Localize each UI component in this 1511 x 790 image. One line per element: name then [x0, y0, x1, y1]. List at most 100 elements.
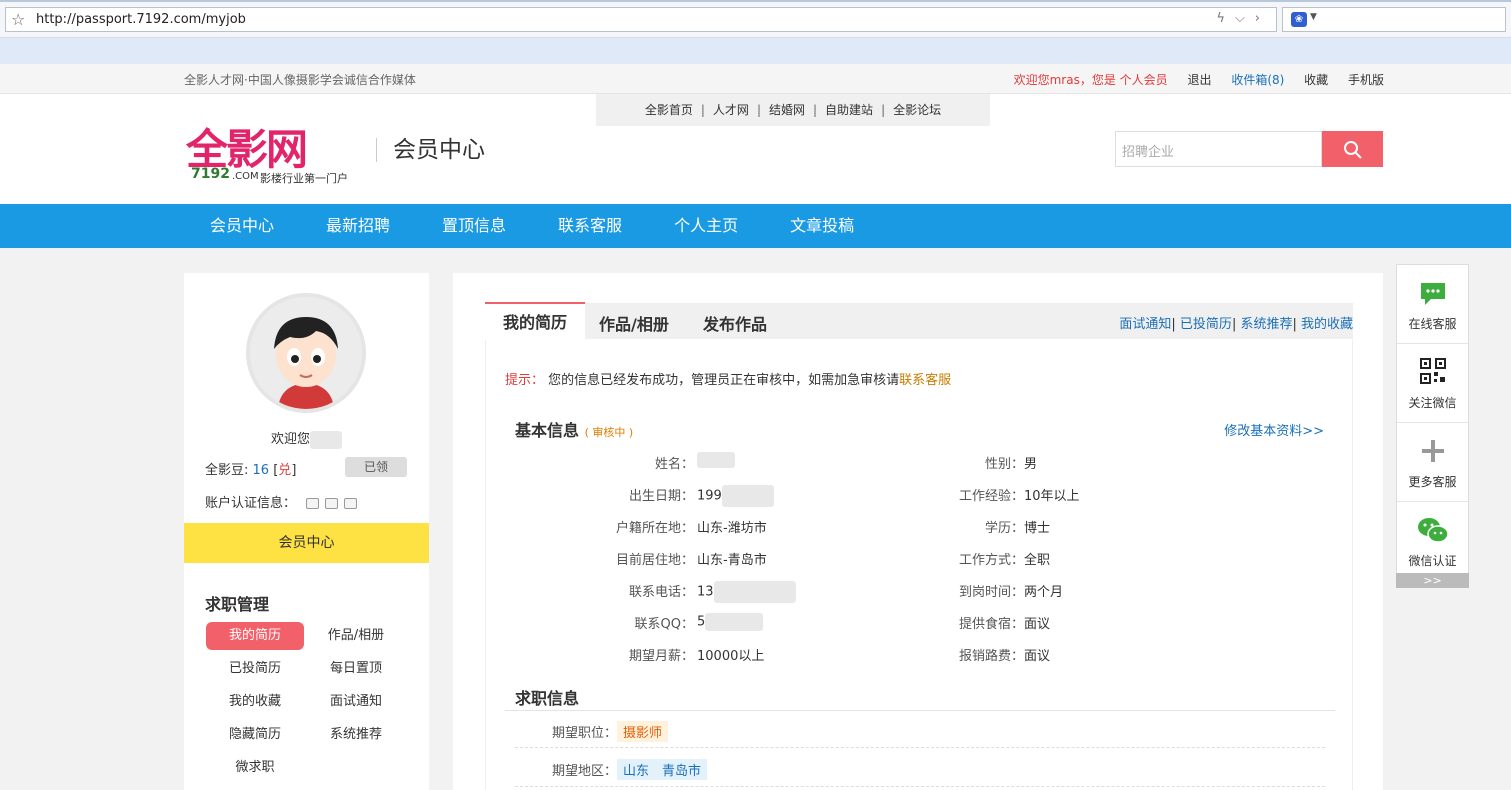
link-interview-notice[interactable]: 面试通知: [1119, 317, 1171, 332]
menu-micro-job[interactable]: 微求职: [206, 754, 304, 782]
address-actions[interactable]: ϟ⌵›: [1216, 11, 1270, 26]
float-service-bar: 在线客服 关注微信 更多客服 微信认证: [1396, 264, 1469, 588]
address-url[interactable]: http://passport.7192.com/myjob: [36, 12, 246, 27]
logo-slogan: 影楼行业第一门户: [260, 172, 348, 185]
field-label-gender: 性别：: [984, 457, 1024, 472]
tab-publish-works[interactable]: 发布作品: [703, 311, 767, 335]
exchange-link[interactable]: 兑: [278, 463, 291, 478]
link-my-favorites[interactable]: 我的收藏: [1301, 317, 1353, 332]
inbox-link[interactable]: 收件箱(8): [1231, 73, 1284, 87]
nav-submit-article[interactable]: 文章投稿: [790, 204, 854, 248]
welcome-text: 欢迎您: [184, 428, 429, 449]
field-value-birth: 199: [697, 485, 774, 507]
plus-icon: [1422, 440, 1444, 462]
menu-system-recommend[interactable]: 系统推荐: [307, 721, 405, 749]
member-center-button[interactable]: 会员中心: [184, 523, 429, 563]
page-title: 会员中心: [376, 138, 485, 162]
nav-latest-jobs[interactable]: 最新招聘: [326, 204, 390, 248]
email-auth-icon[interactable]: [344, 498, 358, 509]
search-input[interactable]: 招聘企业: [1115, 131, 1322, 167]
basic-info-heading: 基本信息: [515, 421, 580, 440]
field-value-phone: 13: [697, 581, 796, 603]
blurred-username: [310, 430, 342, 449]
extension-bar[interactable]: ❀ ▼: [1282, 7, 1506, 32]
area-tag: 山东 青岛市: [617, 759, 708, 780]
field-label-salary: 期望月薪：: [628, 649, 694, 664]
subnav-wedding[interactable]: 结婚网: [761, 103, 813, 117]
main-nav: 会员中心 最新招聘 置顶信息 联系客服 个人主页 文章投稿: [0, 204, 1511, 248]
field-value-arrival: 两个月: [1024, 585, 1064, 600]
nav-contact-service[interactable]: 联系客服: [558, 204, 622, 248]
search-box: 招聘企业: [1115, 131, 1383, 167]
menu-daily-top[interactable]: 每日置顶: [307, 655, 405, 683]
tab-works-album[interactable]: 作品/相册: [599, 311, 669, 335]
logout-link[interactable]: 退出: [1187, 73, 1211, 87]
qr-code-icon: [1420, 358, 1446, 384]
subnav-forum[interactable]: 全影论坛: [885, 103, 949, 117]
menu-sent-resumes[interactable]: 已投简历: [206, 655, 304, 683]
lightning-icon[interactable]: ϟ: [1216, 11, 1235, 26]
subnav-talent[interactable]: 人才网: [705, 103, 757, 117]
search-button[interactable]: [1322, 131, 1383, 167]
field-value-qq: 5: [697, 613, 764, 631]
menu-interview-notice[interactable]: 面试通知: [307, 688, 405, 716]
welcome-user-link[interactable]: 欢迎您mras，您是 个人会员: [1014, 73, 1168, 87]
id-card-auth-icon[interactable]: [325, 498, 339, 509]
avatar-cartoon-icon: [250, 297, 362, 409]
wechat-auth-button[interactable]: 微信认证: [1397, 502, 1468, 581]
nav-member-center[interactable]: 会员中心: [210, 204, 274, 248]
chevron-down-icon[interactable]: ⌵: [1235, 11, 1255, 26]
bookmark-star-icon[interactable]: ☆: [11, 10, 25, 29]
nav-personal-home[interactable]: 个人主页: [674, 204, 738, 248]
subnav-home[interactable]: 全影首页: [637, 103, 701, 117]
menu-my-favorites[interactable]: 我的收藏: [206, 688, 304, 716]
mobile-link[interactable]: 手机版: [1348, 73, 1384, 87]
tab-quick-links: 面试通知| 已投简历| 系统推荐| 我的收藏: [1119, 317, 1353, 332]
chevron-right-icon[interactable]: ›: [1255, 11, 1270, 26]
link-system-recommend[interactable]: 系统推荐: [1240, 317, 1292, 332]
nav-top-info[interactable]: 置顶信息: [442, 204, 506, 248]
divider: [505, 710, 1335, 711]
logo-number: 7192: [191, 166, 230, 182]
wechat-auth-label: 微信认证: [1408, 554, 1457, 568]
chat-bubble-icon: [1421, 283, 1445, 305]
auth-label: 账户认证信息：: [205, 496, 297, 511]
contact-service-link[interactable]: 联系客服: [899, 373, 951, 388]
beans-info: 全影豆: 16 [兑]: [205, 463, 297, 478]
field-label-phone: 联系电话：: [628, 585, 694, 600]
phone-auth-icon[interactable]: [306, 498, 320, 509]
subnav-sitebuilder[interactable]: 自助建站: [817, 103, 881, 117]
menu-hidden-resume[interactable]: 隐藏简历: [206, 721, 304, 749]
menu-works-album[interactable]: 作品/相册: [307, 622, 405, 650]
tip-label: 提示：: [505, 373, 545, 388]
more-service-button[interactable]: 更多客服: [1397, 423, 1468, 502]
paw-icon[interactable]: ❀: [1291, 12, 1307, 27]
divider: [515, 786, 1325, 787]
edit-basic-info-link[interactable]: 修改基本资料>>: [1224, 420, 1324, 439]
tip-message: 提示： 您的信息已经发布成功，管理员正在审核中，如需加急审核请联系客服: [505, 369, 951, 388]
tab-my-resume[interactable]: 我的简历: [485, 302, 585, 340]
job-position-row: 期望职位： 摄影师: [552, 721, 669, 742]
site-logo[interactable]: 全影网 7192 .COM 影楼行业第一门户: [186, 116, 356, 186]
field-value-hukou: 山东-潍坊市: [697, 521, 767, 536]
favorite-link[interactable]: 收藏: [1304, 73, 1328, 87]
follow-wechat-button[interactable]: 关注微信: [1397, 344, 1468, 423]
welcome-label: 欢迎您: [270, 432, 310, 447]
review-status: ( 审核中 ): [584, 426, 634, 439]
online-service-button[interactable]: 在线客服: [1397, 265, 1468, 344]
field-value-gender: 男: [1024, 457, 1038, 472]
dropdown-arrow-icon[interactable]: ▼: [1310, 12, 1317, 22]
field-label-name: 姓名：: [654, 457, 694, 472]
basic-info-title: 基本信息 ( 审核中 ): [515, 417, 633, 441]
avatar[interactable]: [246, 293, 366, 413]
area-label: 期望地区：: [552, 764, 618, 779]
field-label-hukou: 户籍所在地：: [615, 521, 694, 536]
field-value-education: 博士: [1024, 521, 1051, 536]
expand-float-button[interactable]: >>: [1396, 573, 1469, 588]
claimed-button[interactable]: 已领: [345, 457, 407, 477]
link-sent-resumes[interactable]: 已投简历: [1180, 317, 1232, 332]
field-value-experience: 10年以上: [1024, 489, 1080, 504]
menu-my-resume[interactable]: 我的简历: [206, 622, 304, 650]
position-label: 期望职位：: [552, 726, 618, 741]
address-bar[interactable]: ☆ http://passport.7192.com/myjob ϟ⌵›: [5, 7, 1277, 32]
